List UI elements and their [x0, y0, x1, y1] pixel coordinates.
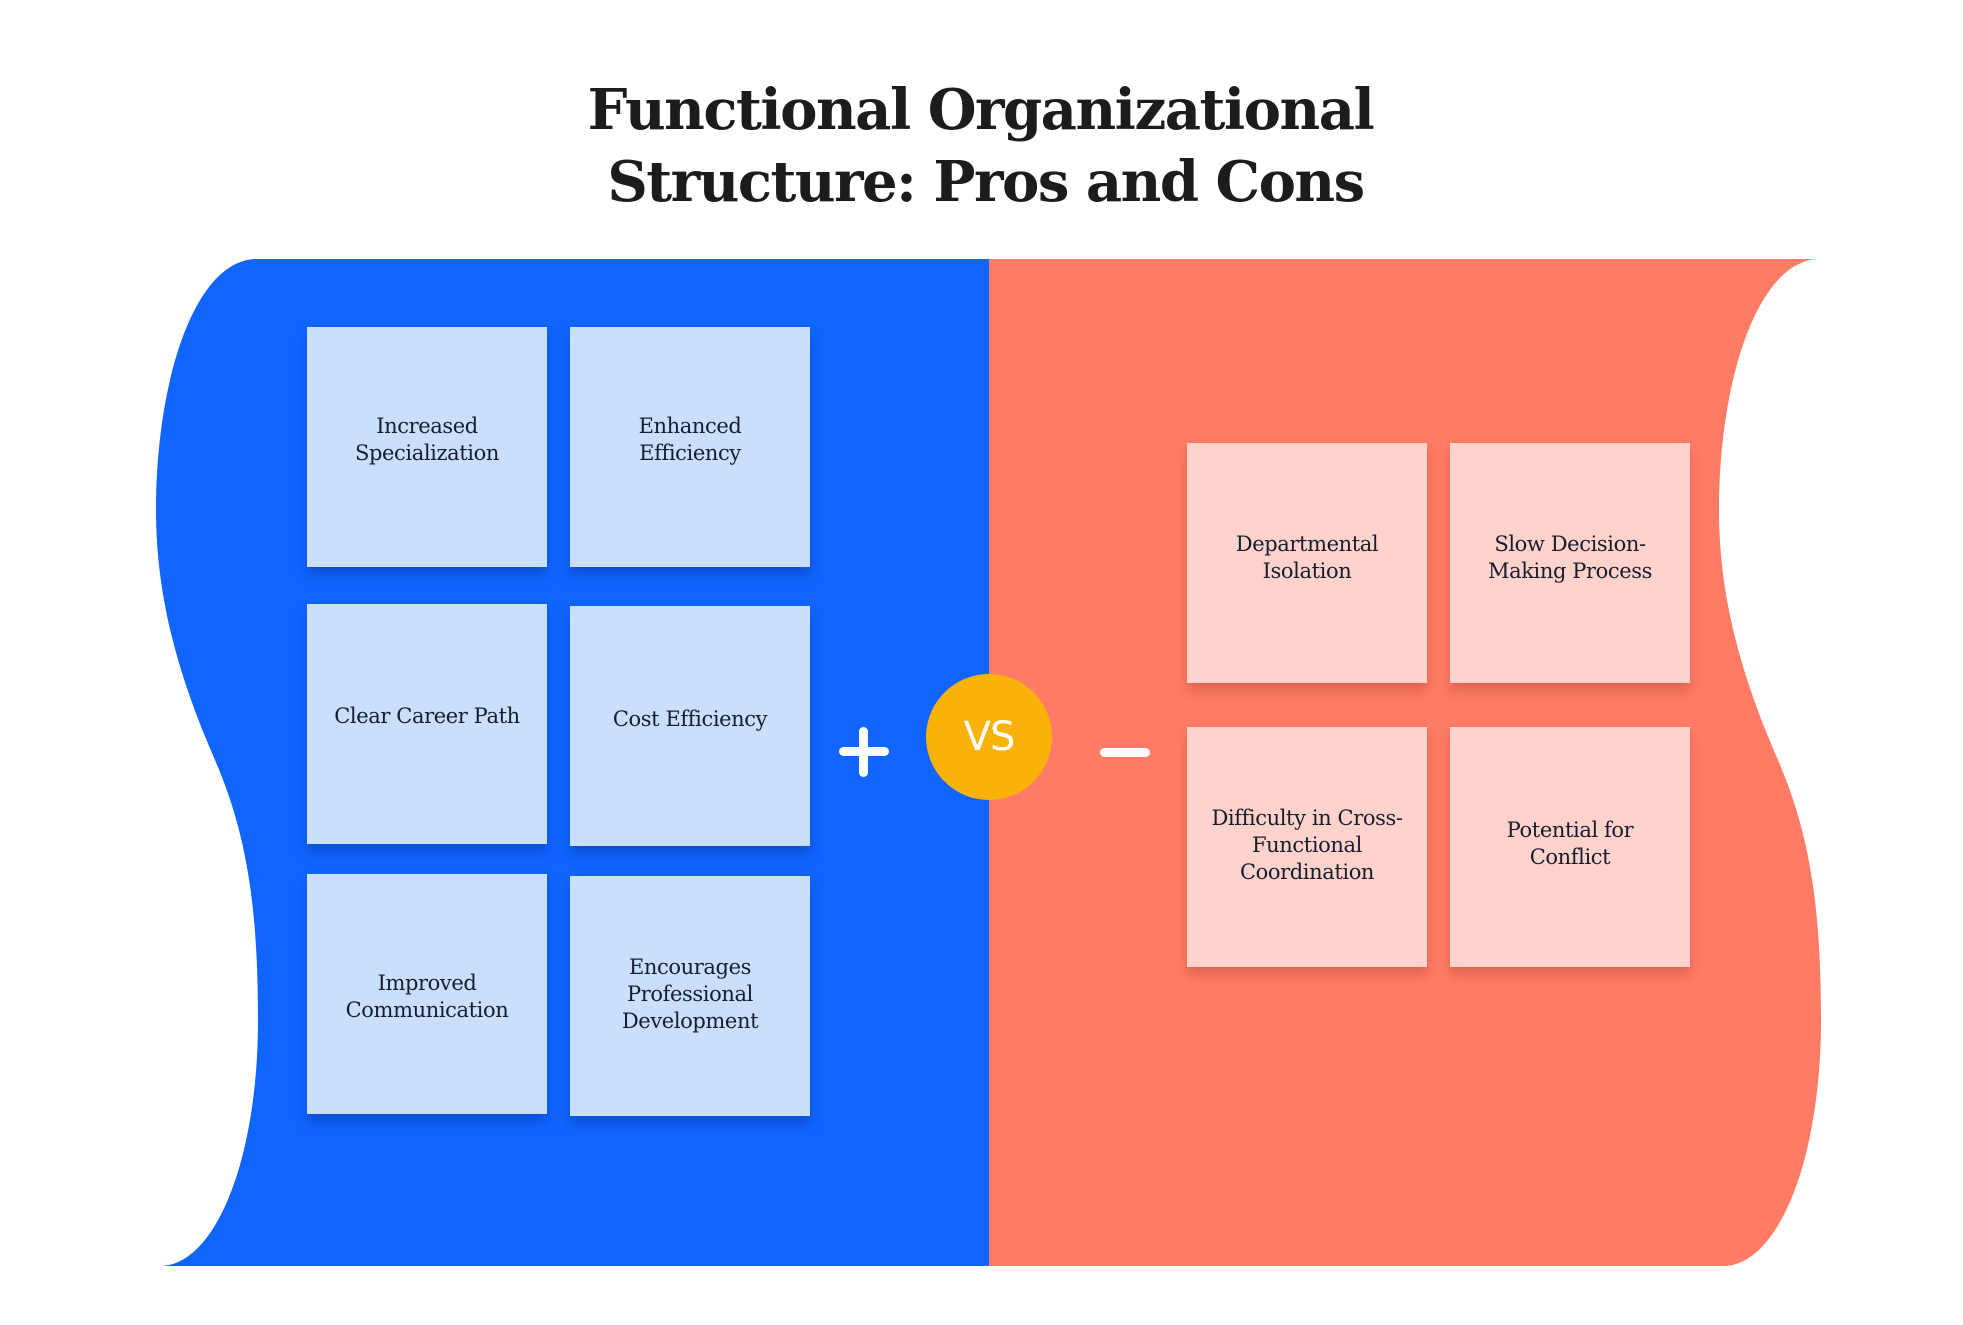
con-card-label: Departmental Isolation: [1235, 532, 1379, 583]
pro-card-label: Cost Efficiency: [612, 707, 768, 731]
con-card: Potential for Conflict: [1450, 727, 1690, 967]
plus-icon-vertical: [859, 727, 868, 777]
title-line-1: Functional Organizational: [587, 77, 1375, 143]
pro-card-label: Improved Communication: [345, 971, 509, 1022]
pro-card: Increased Specialization: [307, 327, 547, 567]
pro-card: Clear Career Path: [307, 604, 547, 844]
pro-card: Enhanced Efficiency: [570, 327, 810, 567]
vs-badge: VS: [926, 674, 1052, 800]
con-card-label: Difficulty in Cross-Functional Coordinat…: [1211, 806, 1403, 884]
pro-card-label: Encourages Professional Development: [621, 955, 759, 1033]
con-card-label: Potential for Conflict: [1506, 818, 1634, 869]
title-line-2: Structure: Pros and Cons: [607, 149, 1365, 215]
con-card: Difficulty in Cross-Functional Coordinat…: [1187, 727, 1427, 967]
pro-card: Cost Efficiency: [570, 606, 810, 846]
pro-card-label: Increased Specialization: [355, 414, 499, 465]
con-card: Slow Decision-Making Process: [1450, 443, 1690, 683]
page-title: Functional Organizational Structure: Pro…: [0, 74, 1963, 218]
vs-label: VS: [963, 714, 1016, 760]
con-card-label: Slow Decision-Making Process: [1487, 532, 1653, 583]
con-card: Departmental Isolation: [1187, 443, 1427, 683]
pro-card: Improved Communication: [307, 874, 547, 1114]
pro-card-label: Clear Career Path: [334, 704, 520, 728]
minus-icon: [1100, 748, 1150, 757]
pro-card: Encourages Professional Development: [570, 876, 810, 1116]
pro-card-label: Enhanced Efficiency: [638, 414, 742, 465]
